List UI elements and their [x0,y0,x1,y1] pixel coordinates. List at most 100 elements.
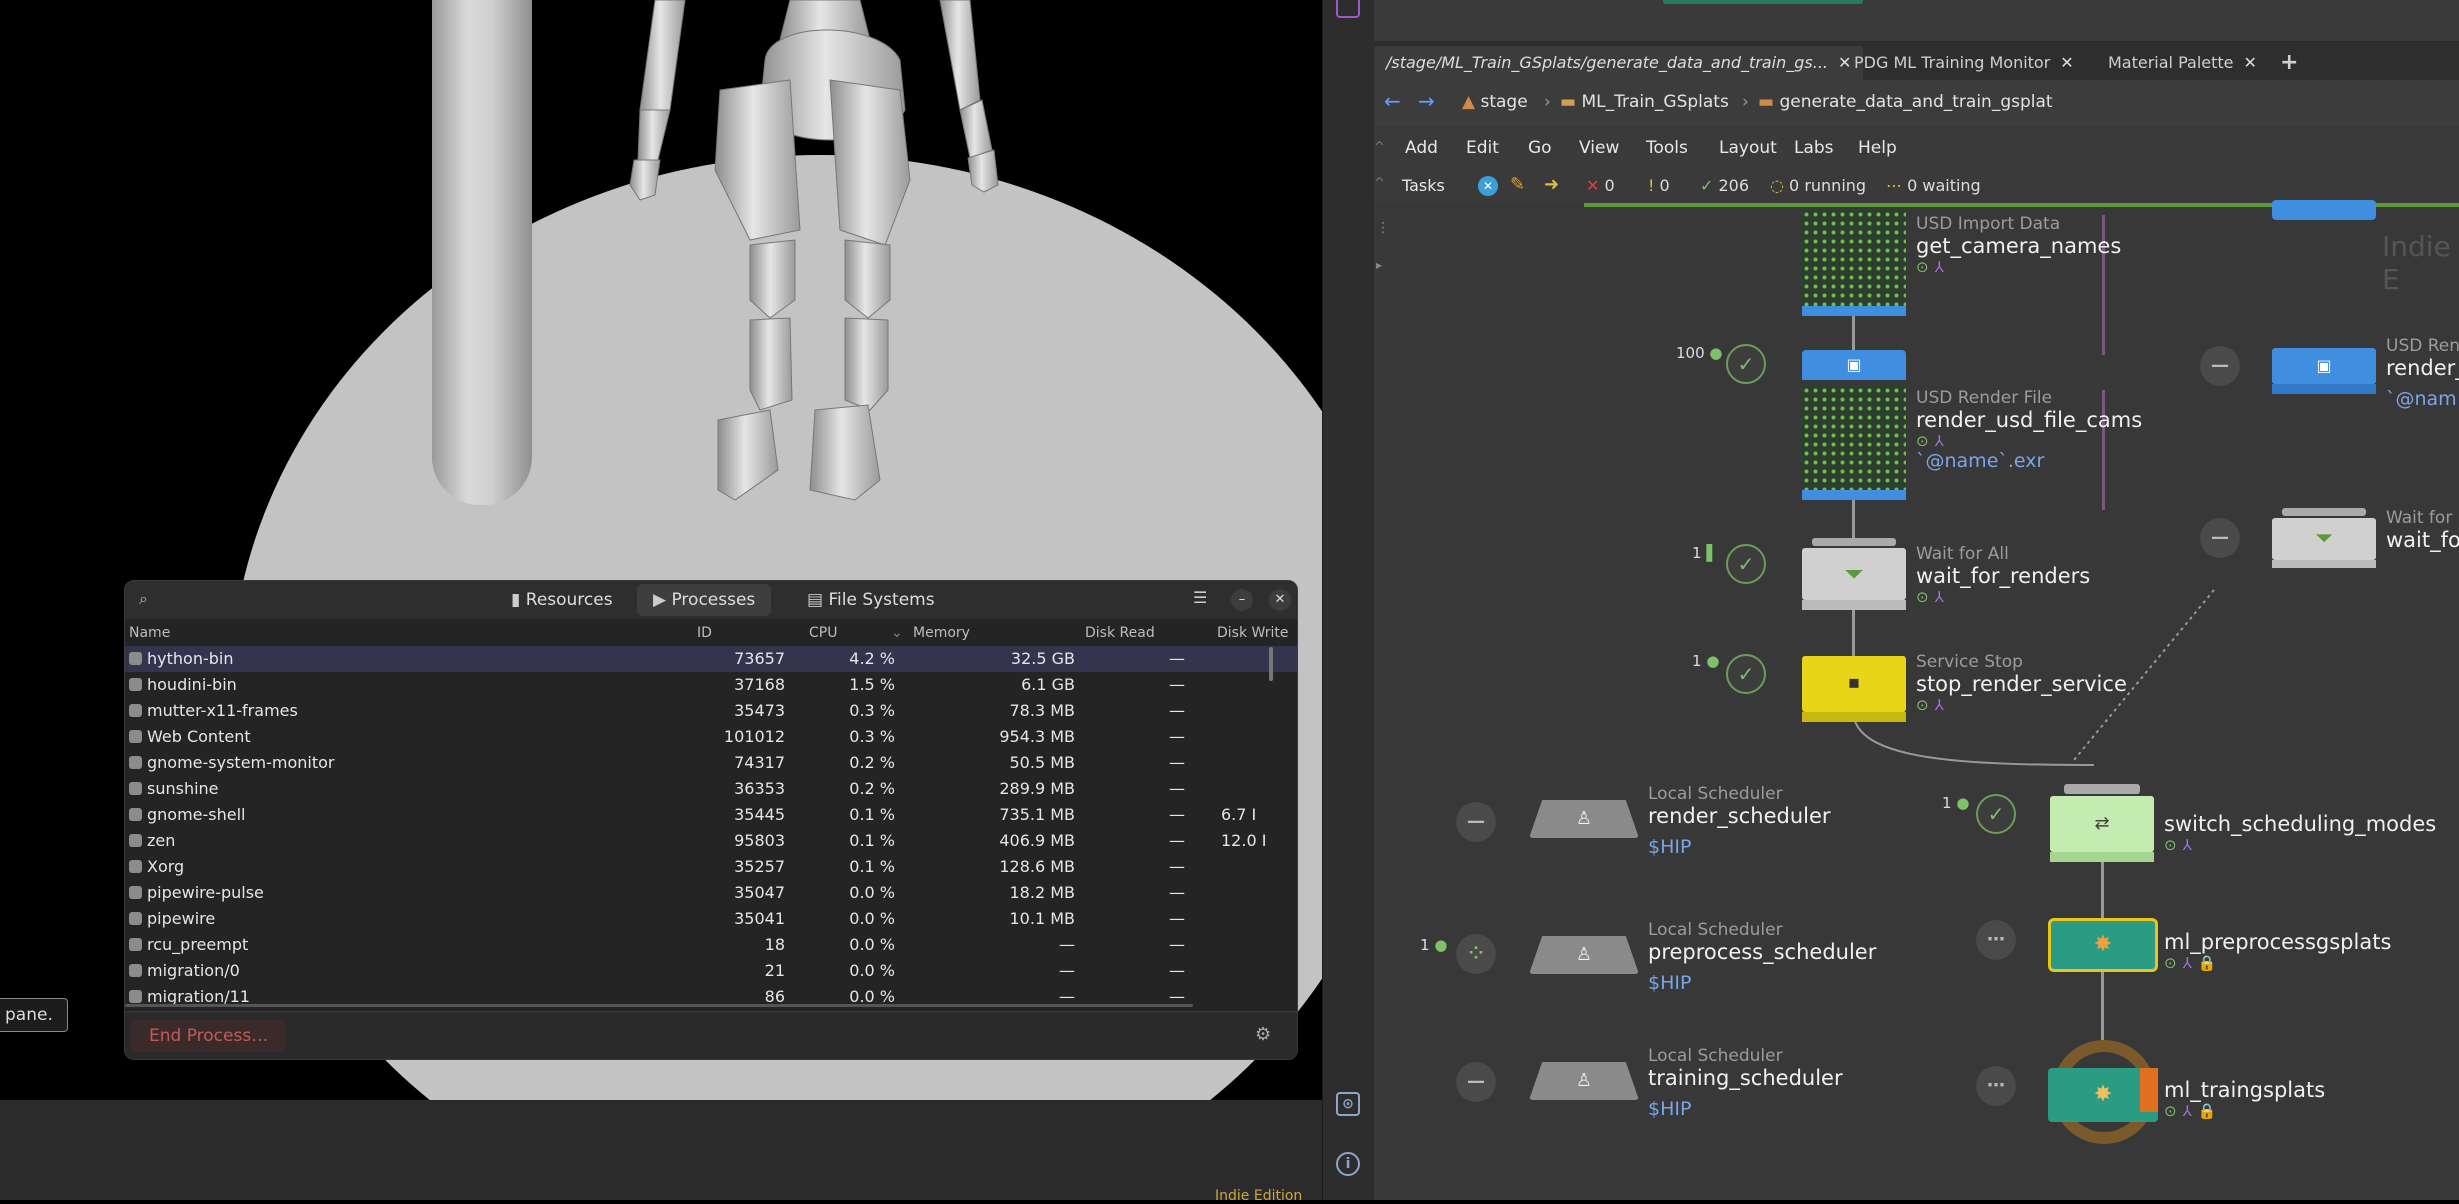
table-row[interactable]: migration/0 21 0.0 % — — [125,958,1297,984]
column-name[interactable]: Name [129,625,170,641]
running-count[interactable]: ◌ 0 running [1770,176,1866,195]
pane-expand-icon[interactable]: ⋮ [1376,220,1390,236]
info-icon[interactable]: i [1336,1152,1360,1176]
node-ml-preprocessgsplats[interactable]: ✸ [2048,918,2158,972]
success-check-icon[interactable]: ✓ [1726,544,1766,584]
breadcrumb-ml-train[interactable]: ▬ ML_Train_GSplats [1560,92,1729,112]
search-icon[interactable]: ⌕ [139,589,148,609]
minimize-icon[interactable]: – [1231,589,1253,611]
column-cpu[interactable]: CPU [809,625,837,641]
table-row[interactable]: houdini-bin 37168 1.5 % 6.1 GB — [125,672,1297,698]
table-row[interactable]: Web Content 101012 0.3 % 954.3 MB — [125,724,1297,750]
table-row[interactable]: zen 95803 0.1 % 406.9 MB — 12.0 I [125,828,1297,854]
breadcrumb-stage[interactable]: ▲ stage [1462,92,1528,112]
pane-menu-icon[interactable] [1336,0,1360,18]
table-row[interactable]: mutter-x11-frames 35473 0.3 % 78.3 MB — [125,698,1297,724]
waiting-count[interactable]: ⋯ 0 waiting [1886,176,1981,195]
tab-resources[interactable]: ▮ Resources [495,584,629,616]
cylinder-pole [432,0,532,505]
tab-file-systems[interactable]: ▤ File Systems [791,584,951,616]
table-row[interactable]: hython-bin 73657 4.2 % 32.5 GB — [125,646,1297,672]
table-row[interactable]: Xorg 35257 0.1 % 128.6 MB — [125,854,1297,880]
node-training-scheduler[interactable]: ♙ [1529,1062,1639,1100]
horizontal-scrollbar[interactable] [125,1004,1193,1007]
bypass-icon[interactable]: — [1456,1062,1496,1102]
tab-processes[interactable]: ▶ Processes [637,584,772,616]
menu-edit[interactable]: Edit [1466,138,1499,158]
column-disk-write[interactable]: Disk Write [1217,625,1288,641]
node-get-camera-names[interactable] [1802,210,1906,316]
menu-view[interactable]: View [1579,138,1619,158]
end-process-button[interactable]: End Process… [131,1020,287,1052]
menu-labs[interactable]: Labs [1794,138,1834,158]
tab-network-path[interactable]: /stage/ML_Train_GSplats/generate_data_an… [1374,46,1864,80]
bypass-icon[interactable]: — [2200,346,2240,386]
close-icon[interactable]: ✕ [2060,53,2073,72]
node-render-partial[interactable]: ▣ [2272,348,2376,394]
cancel-tasks-icon[interactable]: ✕ [1478,176,1498,196]
menu-add[interactable]: Add [1405,138,1438,158]
column-disk-read[interactable]: Disk Read [1085,625,1155,641]
complete-count[interactable]: ✓ 206 [1700,176,1749,195]
node-render-usd-file-cams[interactable]: ▣ [1802,350,1906,500]
menu-layout[interactable]: Layout [1719,138,1777,158]
more-icon[interactable]: ⋯ [1976,1066,2016,1106]
cell-id: 35047 [734,883,785,902]
cook-output-icon[interactable]: ➜ [1544,174,1559,195]
success-check-icon[interactable]: ✓ [1976,794,2016,834]
node-preprocess-scheduler[interactable]: ♙ [1529,936,1639,974]
more-icon[interactable]: ⋯ [1976,920,2016,960]
node-wait-partial[interactable]: ⏷ [2272,508,2376,568]
collapse-icon[interactable]: ^ [1374,140,1385,155]
vertical-scrollbar[interactable] [1269,647,1273,681]
forward-arrow-icon[interactable]: → [1418,89,1435,113]
error-count[interactable]: ✕ 0 [1586,176,1615,195]
system-monitor-window[interactable]: ⌕ ▮ Resources ▶ Processes ▤ File Systems… [124,580,1298,1060]
spinner-icon[interactable]: ⁘ [1456,934,1496,974]
breadcrumb-generate[interactable]: ▬ generate_data_and_train_gsplat [1758,92,2053,112]
bypass-icon[interactable]: — [2200,518,2240,558]
node-top-right-partial[interactable] [2272,200,2376,220]
node-switch-scheduling-modes[interactable]: ⇄ [2050,784,2154,862]
menu-tools[interactable]: Tools [1646,138,1688,158]
cell-name: zen [147,831,176,850]
table-row[interactable]: pipewire 35041 0.0 % 10.1 MB — [125,906,1297,932]
close-icon[interactable]: ✕ [2244,53,2257,72]
work-item-count: 1 ● [1420,936,1448,954]
tab-label: /stage/ML_Train_GSplats/generate_data_an… [1386,53,1828,72]
success-check-icon[interactable]: ✓ [1726,344,1766,384]
column-id[interactable]: ID [697,625,712,641]
warning-count[interactable]: ! 0 [1648,176,1670,195]
table-row[interactable]: gnome-shell 35445 0.1 % 735.1 MB — 6.7 I [125,802,1297,828]
back-arrow-icon[interactable]: ← [1384,89,1401,113]
node-stop-render-service[interactable]: ⏹ [1802,656,1906,722]
table-row[interactable]: pipewire-pulse 35047 0.0 % 18.2 MB — [125,880,1297,906]
settings-gear-icon[interactable]: ⚙ [1255,1024,1271,1045]
tab-material-palette[interactable]: Material Palette ✕ [2096,46,2269,80]
menu-icon[interactable]: ☰ [1193,588,1207,607]
node-render-scheduler[interactable]: ♙ [1529,800,1639,838]
node-wait-for-renders[interactable]: ⏷ [1802,538,1906,610]
node-label-render-partial: USD Ren render_ `@nam [2386,336,2459,410]
collapse-icon[interactable]: ^ [1374,176,1385,191]
menu-bar: ^ Add Edit Go View Tools Layout Labs Hel… [1374,128,2459,168]
network-editor-pane[interactable]: /stage/ML_Train_GSplats/generate_data_an… [1374,0,2459,1200]
column-memory[interactable]: Memory [913,625,970,641]
pane-top-strip [1374,0,2459,42]
table-row[interactable]: rcu_preempt 18 0.0 % — — [125,932,1297,958]
pane-arrow-icon[interactable]: ▸ [1376,258,1382,272]
bypass-icon[interactable]: — [1456,802,1496,842]
table-row[interactable]: sunshine 36353 0.2 % 289.9 MB — [125,776,1297,802]
menu-help[interactable]: Help [1858,138,1897,158]
success-check-icon[interactable]: ✓ [1726,654,1766,694]
snapshot-icon[interactable]: ⊙ [1336,1092,1360,1116]
wire [1852,315,1855,355]
cook-icon[interactable]: ✎ [1510,174,1525,195]
close-icon[interactable]: ✕ [1269,589,1291,611]
tab-label: Material Palette [2108,53,2234,72]
tab-pdg-monitor[interactable]: PDG ML Training Monitor ✕ [1842,46,2086,80]
add-tab-icon[interactable]: + [2268,46,2310,80]
table-row[interactable]: gnome-system-monitor 74317 0.2 % 50.5 MB — [125,750,1297,776]
menu-go[interactable]: Go [1528,138,1552,158]
cell-cpu: 0.3 % [849,727,895,746]
